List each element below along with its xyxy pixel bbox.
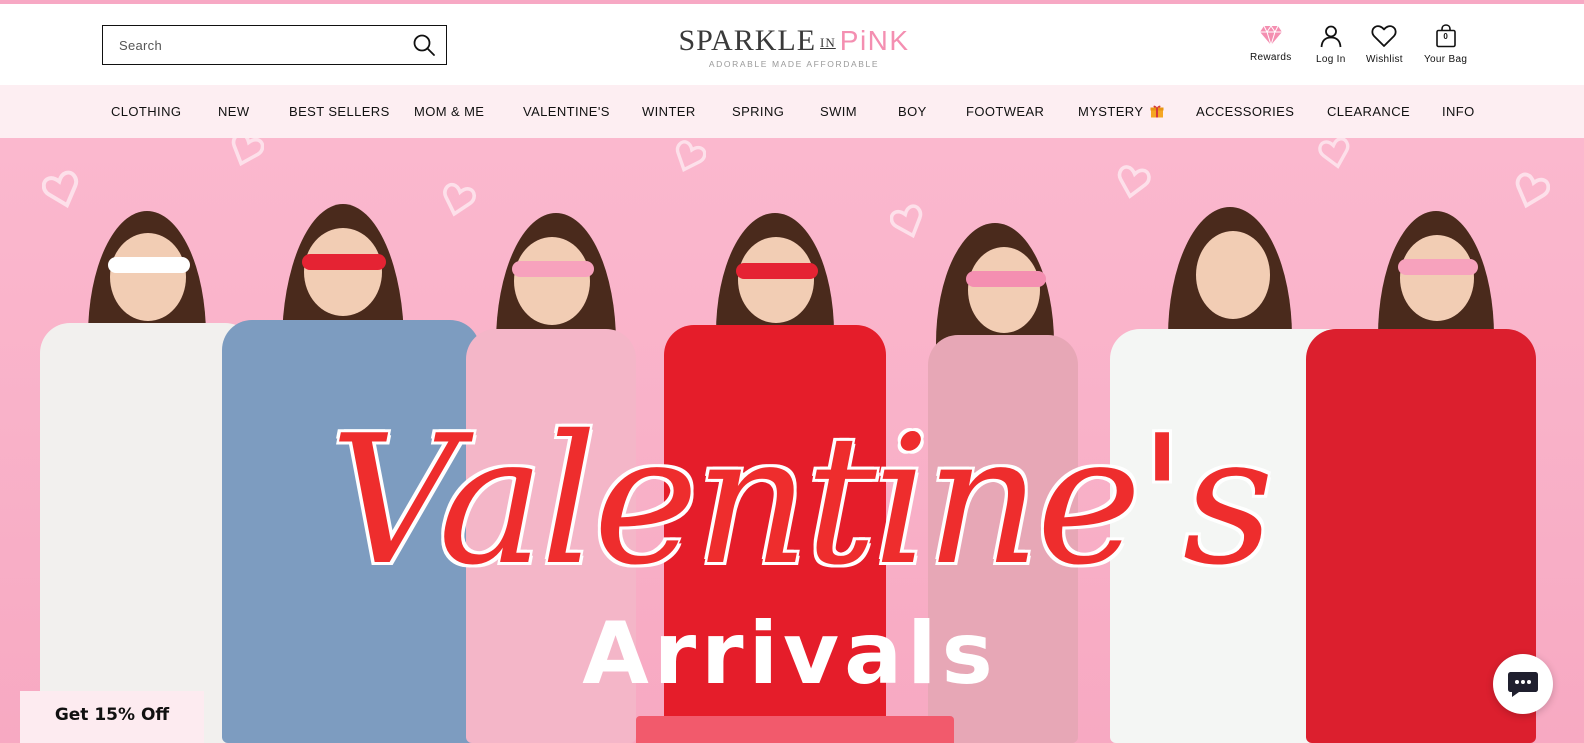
bag-label: Your Bag [1424, 54, 1468, 65]
bag-link[interactable]: 0 Your Bag [1424, 24, 1467, 65]
nav-item-winter[interactable]: WINTER [642, 85, 696, 138]
hero-subheadline: Arrivals [582, 604, 998, 704]
logo-tagline: ADORABLE MADE AFFORDABLE [708, 59, 880, 69]
diamond-icon [1259, 25, 1282, 46]
bag-icon-wrap: 0 [1435, 24, 1457, 48]
nav-item-boy[interactable]: BOY [898, 85, 927, 138]
background-heart-icon [675, 140, 706, 173]
search-icon[interactable] [412, 33, 436, 57]
nav-item-swim[interactable]: SWIM [820, 85, 857, 138]
heart-icon [1371, 25, 1397, 47]
search-box [102, 25, 447, 65]
nav-item-valentines[interactable]: VALENTINE'S [523, 85, 610, 138]
hero-banner[interactable]: Valentine's Arrivals [0, 138, 1584, 743]
background-heart-icon [1318, 138, 1350, 169]
rewards-link[interactable]: Rewards [1250, 24, 1292, 63]
site-logo[interactable]: SPARKLE IN PiNK ADORABLE MADE AFFORDABLE [666, 26, 922, 70]
background-heart-icon [231, 138, 264, 167]
nav-item-mom-and-me[interactable]: MOM & ME [414, 85, 484, 138]
site-header: SPARKLEINPiNK ADORABLE MADE AFFORDABLE R… [0, 4, 1584, 85]
rewards-label: Rewards [1250, 52, 1292, 63]
nav-item-footwear[interactable]: FOOTWEAR [966, 85, 1044, 138]
nav-item-accessories[interactable]: ACCESSORIES [1196, 85, 1294, 138]
nav-item-spring[interactable]: SPRING [732, 85, 784, 138]
background-heart-icon [1117, 165, 1151, 199]
logo-word-sparkle: SPARKLE [678, 24, 817, 57]
user-icon [1320, 25, 1342, 48]
nav-item-mystery-label: MYSTERY [1078, 104, 1144, 119]
login-label: Log In [1316, 54, 1346, 65]
logo-word-pink: PiNK [839, 25, 910, 56]
gift-icon [1150, 105, 1164, 118]
wishlist-link[interactable]: Wishlist [1366, 24, 1403, 65]
logo-wordmark: SPARKLE IN PiNK [666, 26, 922, 58]
logo-word-in: IN [820, 35, 836, 50]
bag-count: 0 [1443, 32, 1448, 41]
wishlist-label: Wishlist [1366, 54, 1403, 65]
nav-item-mystery[interactable]: MYSTERY [1078, 85, 1164, 138]
search-input[interactable] [119, 37, 389, 53]
nav-item-info[interactable]: INFO [1442, 85, 1475, 138]
chat-launcher-button[interactable] [1493, 654, 1553, 714]
login-link[interactable]: Log In [1316, 24, 1346, 65]
main-nav: CLOTHING NEW BEST SELLERS MOM & ME VALEN… [0, 85, 1584, 138]
nav-item-clothing[interactable]: CLOTHING [111, 85, 181, 138]
nav-item-best-sellers[interactable]: BEST SELLERS [289, 85, 390, 138]
nav-item-new[interactable]: NEW [218, 85, 250, 138]
nav-item-clearance[interactable]: CLEARANCE [1327, 85, 1410, 138]
hero-headline: Valentine's [330, 397, 1274, 604]
discount-popup-tab[interactable]: Get 15% Off [20, 691, 204, 743]
chat-icon [1508, 672, 1538, 697]
hero-shop-button[interactable] [636, 716, 954, 743]
